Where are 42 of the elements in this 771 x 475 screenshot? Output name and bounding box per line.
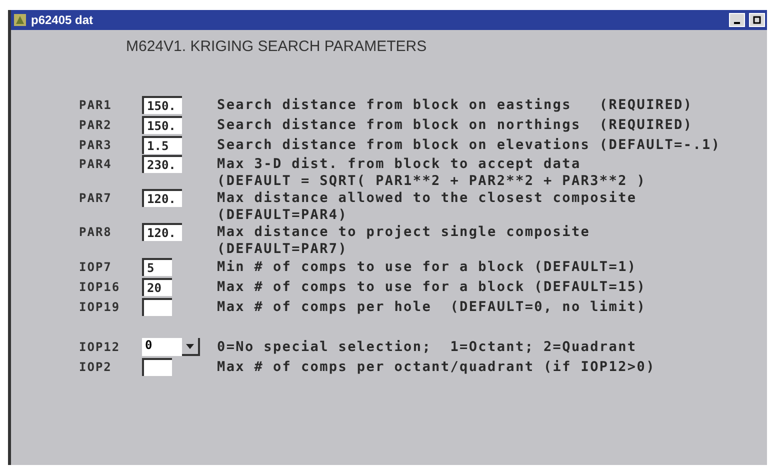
parameter-description: 0=No special selection; 1=Octant; 2=Quadrant [217, 339, 638, 355]
default-note: (DEFAULT = SQRT( PAR1**2 + PAR2**2 + PAR3**2 ) [217, 173, 648, 189]
parameter-label: IOP19 [79, 300, 122, 314]
input-field[interactable]: 230. [142, 155, 182, 173]
parameter-label: PAR2 [79, 118, 113, 132]
parameter-description: Search distance from block on northings (REQUIRED) [217, 117, 694, 133]
input-field[interactable]: 5 [142, 258, 172, 276]
default-note: (DEFAULT=PAR7) [217, 241, 349, 257]
parameter-label: PAR7 [79, 191, 113, 205]
caret-icon [186, 344, 194, 348]
parameter-description: Max distance to project single composite [217, 224, 592, 240]
parameter-description: Max 3-D dist. from block to accept data [217, 156, 582, 172]
parameter-description: Min # of comps to use for a block (DEFAULT=1) [217, 259, 638, 275]
parameter-description: Search distance from block on elevations (DEFAULT=-.1) [217, 137, 722, 153]
parameter-label: PAR1 [79, 98, 113, 112]
parameter-description: Max # of comps per hole (DEFAULT=0, no limit) [217, 299, 648, 315]
input-field[interactable]: 150. [142, 96, 182, 114]
parameter-description: Max distance allowed to the closest composite [217, 190, 638, 206]
parameter-description: Search distance from block on eastings (REQUIRED) [217, 97, 694, 113]
maximize-icon [753, 16, 761, 24]
maximize-button[interactable] [749, 13, 765, 27]
parameter-label: PAR8 [79, 225, 113, 239]
parameter-label: IOP2 [79, 360, 113, 374]
input-field[interactable]: 120. [142, 223, 182, 241]
input-field[interactable] [142, 358, 172, 376]
parameter-description: Max # of comps to use for a block (DEFAULT=15) [217, 279, 648, 295]
default-note: (DEFAULT=PAR4) [217, 207, 349, 223]
window-title: p62405 dat [31, 13, 94, 27]
input-field[interactable] [142, 298, 172, 316]
parameter-label: PAR4 [79, 157, 113, 171]
input-field[interactable]: 150. [142, 116, 182, 134]
input-field[interactable]: 1.5 [142, 136, 182, 154]
parameter-description: Max # of comps per octant/quadrant (if IOP12>0) [217, 359, 656, 375]
minimize-button[interactable] [729, 13, 745, 27]
input-field[interactable]: 120. [142, 189, 182, 207]
app-icon [13, 13, 27, 27]
parameter-label: PAR3 [79, 138, 113, 152]
input-field[interactable]: 20 [142, 278, 172, 296]
form-heading: M624V1. KRIGING SEARCH PARAMETERS [126, 38, 428, 55]
parameter-label: IOP12 [79, 340, 122, 354]
parameter-label: IOP16 [79, 280, 122, 294]
parameter-label: IOP7 [79, 260, 113, 274]
